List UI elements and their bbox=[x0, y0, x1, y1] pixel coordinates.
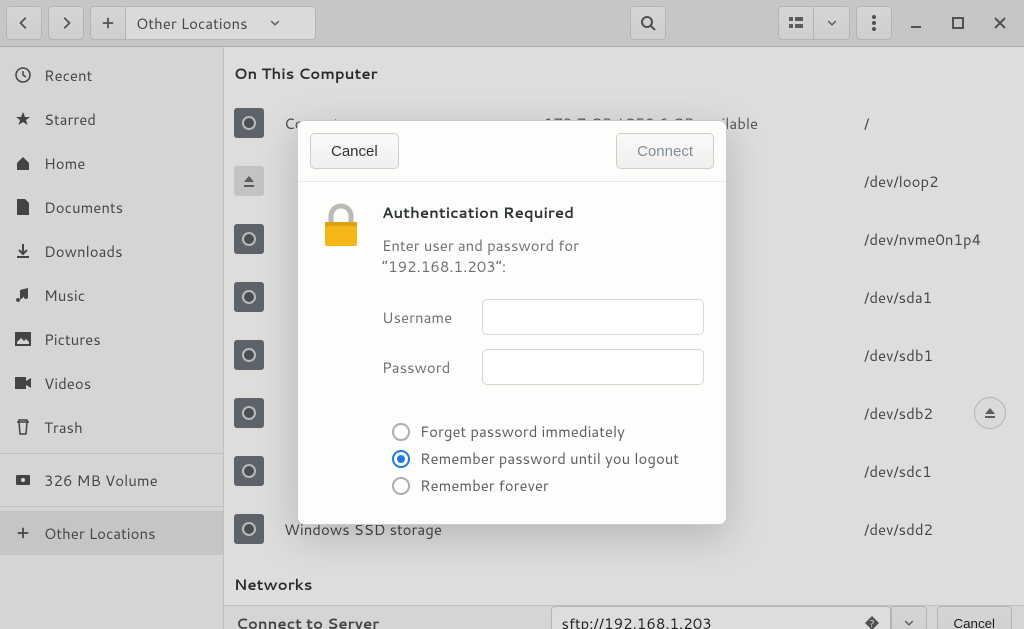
auth-dialog: Cancel Connect Authentication Required E… bbox=[297, 120, 727, 525]
radio-disc-icon bbox=[392, 450, 410, 468]
radio-forever[interactable]: Remember forever bbox=[392, 475, 704, 496]
password-label: Password bbox=[382, 357, 468, 378]
dialog-subtitle: Enter user and password for “192.168.1.2… bbox=[382, 235, 704, 277]
radio-label: Forget password immediately bbox=[420, 421, 625, 442]
radio-forget[interactable]: Forget password immediately bbox=[392, 421, 704, 442]
lock-icon bbox=[320, 202, 364, 502]
username-input[interactable] bbox=[482, 299, 704, 335]
dialog-title: Authentication Required bbox=[382, 202, 704, 223]
radio-disc-icon bbox=[392, 477, 410, 495]
radio-disc-icon bbox=[392, 423, 410, 441]
radio-label: Remember forever bbox=[420, 475, 549, 496]
username-label: Username bbox=[382, 307, 468, 328]
dialog-connect-button[interactable]: Connect bbox=[616, 133, 714, 169]
password-input[interactable] bbox=[482, 349, 704, 385]
radio-session[interactable]: Remember password until you logout bbox=[392, 448, 704, 469]
radio-label: Remember password until you logout bbox=[420, 448, 679, 469]
dialog-cancel-button[interactable]: Cancel bbox=[310, 133, 399, 169]
